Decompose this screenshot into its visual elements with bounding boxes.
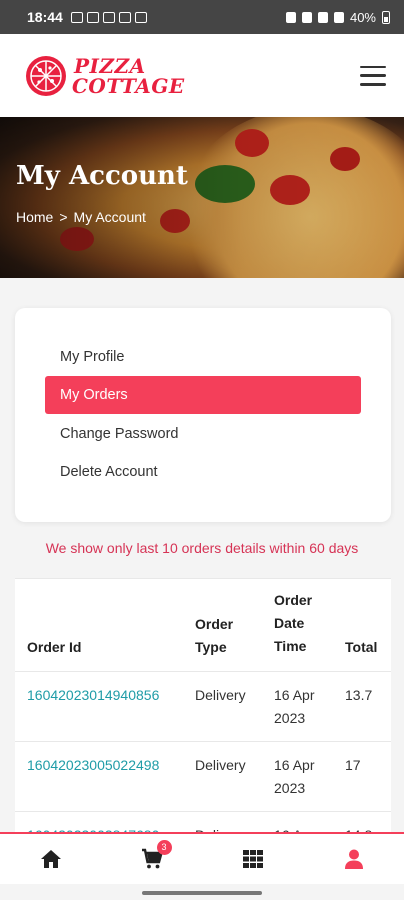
grid-icon — [242, 850, 263, 868]
menu-item-my-orders[interactable]: My Orders — [45, 376, 361, 414]
order-date-year: 2023 — [274, 710, 306, 726]
header-order-datetime: Order Date Time — [274, 589, 312, 658]
order-date: 16 Apr 2023 — [274, 684, 314, 730]
order-date-day: 16 Apr — [274, 687, 315, 703]
logo-line-2: COTTAGE — [72, 73, 185, 98]
header-total: Total — [345, 639, 378, 655]
orders-table: Order Id Order Type Order Date Time Tota… — [15, 578, 391, 833]
user-icon — [344, 849, 363, 869]
mute-icon — [301, 11, 312, 23]
status-bar: 18:44 40% — [0, 0, 404, 34]
header-datetime-line-3: Time — [274, 638, 307, 654]
logo[interactable]: PIZZA COTTAGE — [24, 54, 185, 98]
app-header: PIZZA COTTAGE — [0, 34, 404, 117]
account-menu-card: My Profile My Orders Change Password Del… — [15, 308, 391, 522]
order-total: 17 — [345, 757, 361, 773]
mail-icon — [102, 11, 115, 23]
breadcrumb-home-link[interactable]: Home — [16, 209, 53, 225]
pizza-logo-icon — [26, 55, 66, 96]
breadcrumb: Home > My Account — [16, 209, 146, 225]
status-time: 18:44 — [27, 9, 63, 25]
menu-item-delete-account[interactable]: Delete Account — [45, 453, 361, 491]
home-icon — [40, 850, 61, 868]
nav-cart[interactable]: 3 — [101, 834, 202, 884]
menu-item-change-password[interactable]: Change Password — [45, 415, 361, 453]
image-icon — [118, 11, 131, 23]
header-order-id: Order Id — [27, 639, 82, 655]
message-icon — [70, 11, 83, 23]
gallery-icon — [134, 11, 147, 23]
hero-overlay — [0, 117, 404, 278]
hero-banner: My Account Home > My Account — [0, 117, 404, 278]
bottom-nav: 3 — [0, 834, 404, 884]
breadcrumb-current: My Account — [73, 209, 146, 225]
menu-bar — [360, 74, 386, 77]
order-date-year: 2023 — [274, 780, 306, 796]
order-id-link[interactable]: 16042023014940856 — [27, 684, 159, 707]
order-type: Delivery — [195, 687, 246, 703]
nav-menu-grid[interactable] — [202, 834, 303, 884]
logo-line-1: PIZZA — [74, 53, 146, 78]
table-row: 16042023014940856 Delivery 16 Apr 2023 1… — [15, 672, 391, 742]
table-row: 16042023005022498 Delivery 16 Apr 2023 1… — [15, 742, 391, 812]
orders-notice: We show only last 10 orders details with… — [45, 540, 359, 556]
header-order-type-line-1: Order — [195, 616, 234, 632]
notification-icons — [70, 11, 147, 23]
header-order-type-line-2: Type — [195, 639, 227, 655]
system-icons: 40% — [285, 9, 390, 25]
breadcrumb-separator: > — [59, 209, 68, 225]
menu-item-my-profile[interactable]: My Profile — [45, 338, 361, 376]
cart-count-badge: 3 — [156, 840, 172, 855]
menu-bar — [360, 83, 386, 86]
order-type: Delivery — [195, 757, 246, 773]
order-date-day: 16 Apr — [274, 757, 315, 773]
app-icon — [86, 11, 99, 23]
table-row: 16042023003847680 Delivery 16 Apr 2023 1… — [15, 812, 391, 833]
order-id-link[interactable]: 16042023005022498 — [27, 754, 159, 777]
table-header-row: Order Id Order Type Order Date Time Tota… — [15, 578, 391, 672]
nav-home[interactable] — [0, 834, 101, 884]
alarm-icon — [285, 11, 296, 23]
header-order-type: Order Type — [195, 613, 233, 659]
hamburger-menu-icon[interactable] — [360, 65, 386, 86]
page-title: My Account — [16, 161, 188, 191]
order-date: 16 Apr 2023 — [274, 754, 314, 800]
wifi-icon — [317, 11, 328, 23]
nav-account[interactable] — [303, 834, 404, 884]
signal-icon — [333, 11, 344, 23]
menu-bar — [360, 65, 386, 68]
order-total: 13.7 — [345, 687, 373, 703]
header-datetime-line-2: Date — [274, 615, 305, 631]
logo-wordmark: PIZZA COTTAGE — [72, 56, 185, 96]
header-datetime-line-1: Order — [274, 592, 313, 608]
battery-icon — [382, 10, 390, 24]
gesture-handle[interactable] — [142, 891, 262, 895]
battery-percent: 40% — [349, 9, 376, 25]
